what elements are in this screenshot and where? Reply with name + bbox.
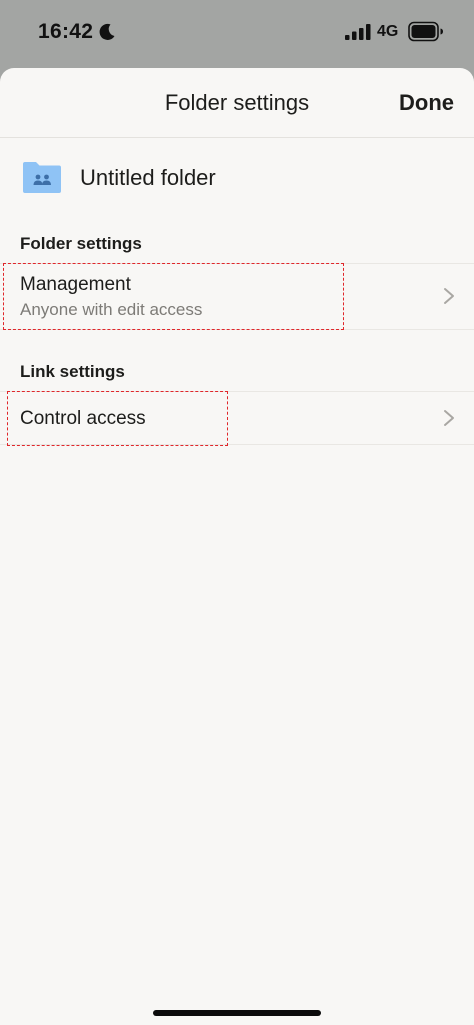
signal-icon (345, 24, 371, 40)
battery-icon (408, 21, 443, 42)
section-header-folder-settings: Folder settings (20, 234, 142, 253)
done-button[interactable]: Done (399, 90, 454, 116)
management-row[interactable]: Management Anyone with edit access (0, 263, 474, 330)
folder-settings-sheet: Folder settings Done Untitled folder Fol… (0, 68, 474, 1025)
management-title: Management (20, 274, 131, 295)
status-bar: 16:42 4G (0, 0, 474, 64)
nav-bar: Folder settings Done (0, 68, 474, 138)
section-header-link-settings: Link settings (20, 362, 125, 381)
moon-icon (99, 23, 115, 40)
status-time: 16:42 (38, 20, 94, 43)
chevron-right-icon (444, 410, 454, 426)
folder-info: Untitled folder (0, 160, 474, 204)
control-access-row[interactable]: Control access (0, 391, 474, 445)
network-label: 4G (377, 23, 399, 40)
folder-name: Untitled folder (80, 165, 216, 190)
control-access-title: Control access (20, 408, 146, 429)
management-subtitle: Anyone with edit access (20, 300, 203, 319)
home-indicator[interactable] (153, 1010, 321, 1016)
chevron-right-icon (444, 288, 454, 304)
shared-folder-icon (23, 162, 61, 193)
